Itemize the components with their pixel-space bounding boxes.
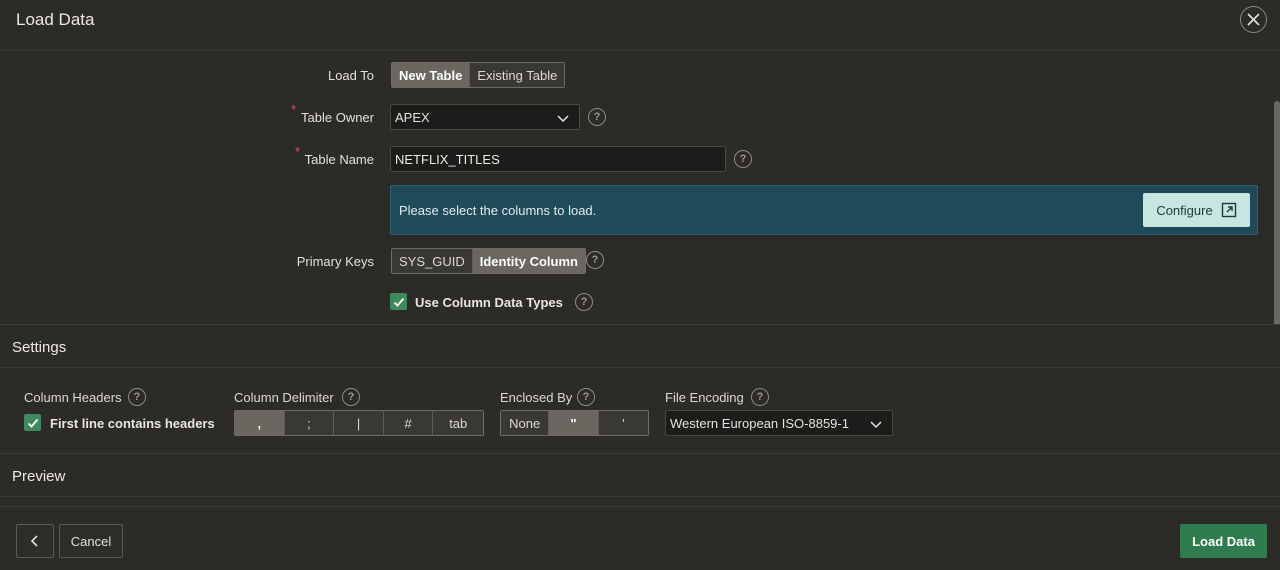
chevron-left-icon — [30, 535, 38, 547]
first-line-headers-checkbox[interactable] — [24, 414, 41, 431]
delimiter-pipe[interactable]: | — [334, 411, 384, 435]
use-column-data-types-label: Use Column Data Types — [415, 295, 563, 310]
table-name-help-icon[interactable]: ? — [734, 150, 752, 168]
enclosed-by-double-quote[interactable]: " — [549, 411, 599, 435]
banner-message: Please select the columns to load. — [399, 203, 597, 218]
first-line-headers-label: First line contains headers — [50, 416, 215, 431]
file-encoding-help-icon[interactable]: ? — [751, 388, 769, 406]
dialog-footer: Cancel Load Data — [0, 506, 1280, 570]
enclosed-by-none[interactable]: None — [501, 411, 550, 435]
settings-section-header[interactable]: Settings — [0, 324, 1280, 368]
file-encoding-label: File Encoding — [665, 390, 744, 405]
preview-title: Preview — [12, 468, 66, 485]
check-icon — [393, 297, 404, 307]
enclosed-by-help-icon[interactable]: ? — [577, 388, 595, 406]
table-owner-value: APEX — [395, 109, 430, 125]
enclosed-by-single-quote[interactable]: ' — [598, 411, 648, 435]
dialog-title: Load Data — [16, 10, 95, 29]
use-column-data-types-checkbox[interactable] — [390, 293, 407, 310]
primary-keys-toggle: SYS_GUID Identity Column — [391, 248, 586, 274]
table-name-input[interactable]: NETFLIX_TITLES — [390, 146, 726, 172]
required-marker: * — [295, 144, 301, 159]
enclosed-by-toggle: None " ' — [500, 410, 649, 436]
required-marker: * — [291, 102, 297, 117]
columns-banner: Please select the columns to load. Confi… — [390, 185, 1258, 235]
load-data-dialog: Load Data Load To New Table Existing Tab… — [0, 0, 1280, 570]
load-to-label: Load To — [327, 68, 374, 83]
file-encoding-select[interactable]: Western European ISO-8859-1 — [665, 410, 893, 436]
dialog-body: Load To New Table Existing Table * Table… — [0, 50, 1280, 506]
back-button[interactable] — [16, 524, 54, 558]
delimiter-tab[interactable]: tab — [433, 411, 483, 435]
column-headers-label: Column Headers — [24, 390, 122, 405]
cancel-button[interactable]: Cancel — [59, 524, 123, 558]
enclosed-by-label: Enclosed By — [500, 390, 573, 405]
dialog-titlebar: Load Data — [0, 0, 1280, 44]
load-to-existing-table[interactable]: Existing Table — [470, 63, 565, 87]
column-delimiter-label: Column Delimiter — [234, 390, 334, 405]
settings-title: Settings — [12, 339, 67, 356]
configure-button[interactable]: Configure — [1143, 193, 1250, 227]
column-delimiter-toggle: , ; | # tab — [234, 410, 484, 436]
table-owner-select[interactable]: APEX — [390, 104, 580, 130]
configure-button-label: Configure — [1156, 202, 1213, 218]
primary-keys-help-icon[interactable]: ? — [586, 251, 604, 269]
preview-section-header[interactable]: Preview — [0, 453, 1280, 497]
close-icon — [1247, 13, 1260, 26]
primary-keys-label: Primary Keys — [296, 254, 374, 269]
load-to-toggle: New Table Existing Table — [391, 62, 566, 88]
table-name-label: Table Name — [304, 152, 374, 167]
close-button[interactable] — [1240, 6, 1267, 33]
table-owner-help-icon[interactable]: ? — [588, 108, 606, 126]
scrollbar-thumb[interactable] — [1274, 101, 1280, 341]
load-to-new-table[interactable]: New Table — [392, 63, 471, 87]
file-encoding-value: Western European ISO-8859-1 — [670, 415, 849, 431]
chevron-down-icon — [557, 115, 569, 123]
chevron-down-icon — [870, 421, 882, 429]
column-delimiter-help-icon[interactable]: ? — [342, 388, 360, 406]
table-owner-label: Table Owner — [301, 110, 374, 125]
use-column-data-types-help-icon[interactable]: ? — [575, 293, 593, 311]
check-icon — [27, 418, 38, 428]
primary-keys-sys-guid[interactable]: SYS_GUID — [392, 249, 473, 273]
column-headers-help-icon[interactable]: ? — [128, 388, 146, 406]
primary-keys-identity-column[interactable]: Identity Column — [472, 249, 585, 273]
load-data-button[interactable]: Load Data — [1180, 524, 1267, 558]
external-open-icon — [1221, 202, 1236, 218]
delimiter-comma[interactable]: , — [235, 411, 285, 435]
delimiter-hash[interactable]: # — [383, 411, 434, 435]
delimiter-semicolon[interactable]: ; — [284, 411, 335, 435]
